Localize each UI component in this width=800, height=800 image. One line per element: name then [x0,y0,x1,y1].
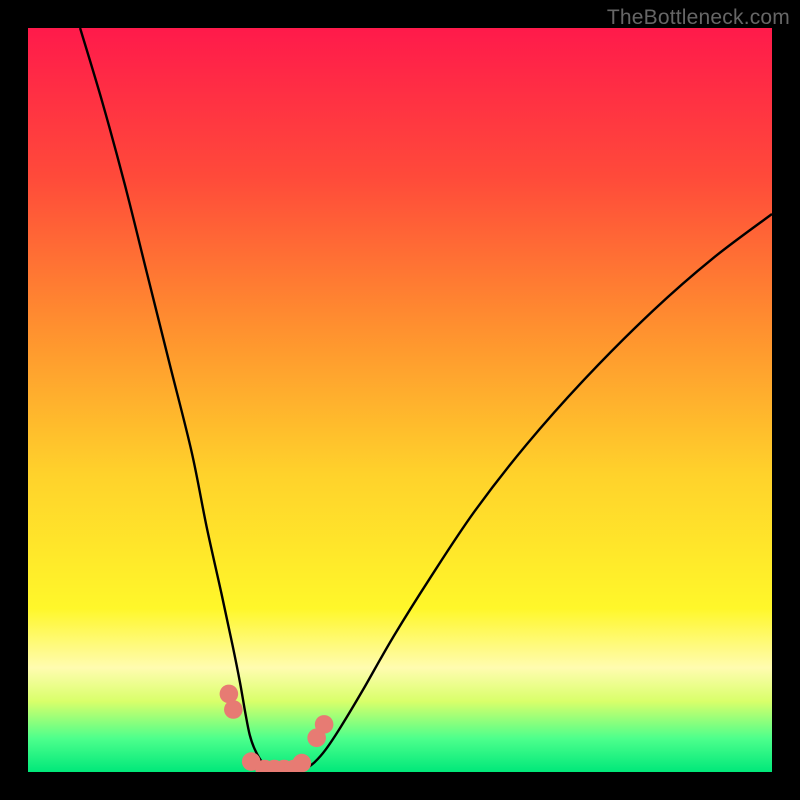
watermark-text: TheBottleneck.com [607,6,790,30]
chart-frame [28,28,772,772]
bottleneck-curve-chart [28,28,772,772]
gradient-background [28,28,772,772]
